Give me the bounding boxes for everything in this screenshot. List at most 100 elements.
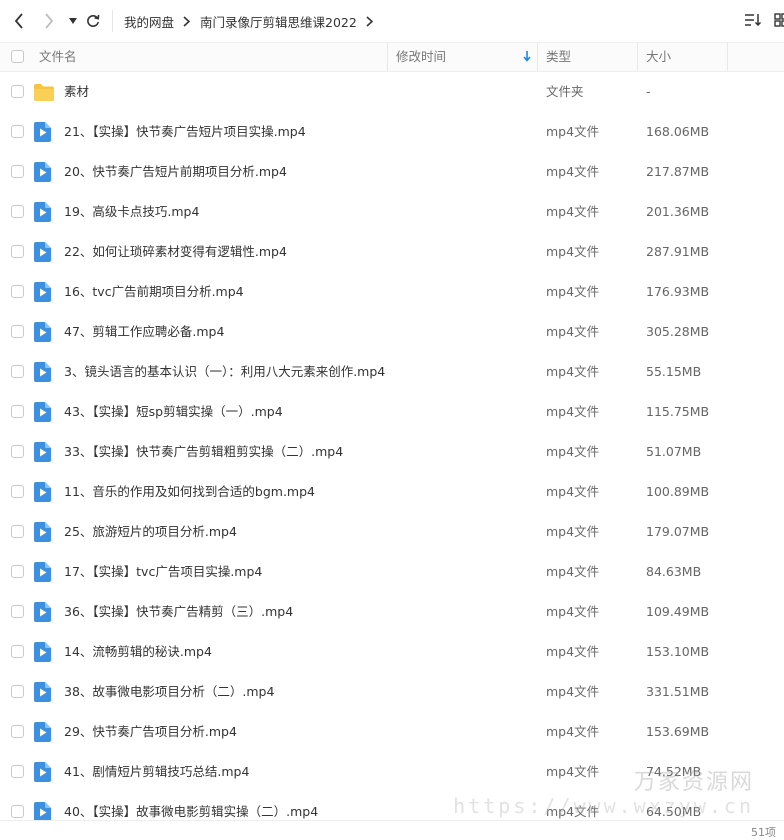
row-checkbox[interactable]	[11, 525, 24, 538]
row-checkbox[interactable]	[11, 165, 24, 178]
file-name[interactable]: 36、【实操】快节奏广告精剪（三）.mp4	[64, 592, 293, 632]
file-row[interactable]: 33、【实操】快节奏广告剪辑粗剪实操（二）.mp4 mp4文件 51.07MB	[0, 432, 784, 472]
file-name[interactable]: 14、流畅剪辑的秘诀.mp4	[64, 632, 212, 672]
column-divider[interactable]	[537, 43, 538, 71]
video-file-icon	[34, 522, 52, 542]
file-name[interactable]: 素材	[64, 72, 89, 112]
file-name[interactable]: 11、音乐的作用及如何找到合适的bgm.mp4	[64, 472, 315, 512]
column-type[interactable]: 类型	[546, 43, 571, 71]
column-modified[interactable]: 修改时间	[396, 43, 446, 71]
row-checkbox[interactable]	[11, 85, 24, 98]
file-row[interactable]: 38、故事微电影项目分析（二）.mp4 mp4文件 331.51MB	[0, 672, 784, 712]
file-row[interactable]: 17、【实操】tvc广告项目实操.mp4 mp4文件 84.63MB	[0, 552, 784, 592]
file-name[interactable]: 3、镜头语言的基本认识（一）：利用八大元素来创作.mp4	[64, 352, 385, 392]
back-button[interactable]	[8, 9, 30, 33]
forward-button[interactable]	[38, 9, 60, 33]
video-file-icon	[34, 642, 52, 662]
select-all-checkbox[interactable]	[11, 50, 24, 63]
breadcrumb-separator-icon	[183, 15, 191, 27]
file-size: 51.07MB	[646, 444, 702, 459]
sort-options-button[interactable]	[744, 12, 762, 31]
column-divider[interactable]	[727, 43, 728, 71]
folder-row[interactable]: 素材 文件夹 -	[0, 72, 784, 112]
file-row[interactable]: 11、音乐的作用及如何找到合适的bgm.mp4 mp4文件 100.89MB	[0, 472, 784, 512]
toolbar-divider	[112, 10, 113, 32]
file-row[interactable]: 40、【实操】故事微电影剪辑实操（二）.mp4 mp4文件 64.50MB	[0, 792, 784, 820]
file-row[interactable]: 41、剧情短片剪辑技巧总结.mp4 mp4文件 74.52MB	[0, 752, 784, 792]
row-checkbox[interactable]	[11, 685, 24, 698]
file-type: mp4文件	[546, 484, 600, 499]
file-name[interactable]: 16、tvc广告前期项目分析.mp4	[64, 272, 244, 312]
file-row[interactable]: 16、tvc广告前期项目分析.mp4 mp4文件 176.93MB	[0, 272, 784, 312]
file-size: 55.15MB	[646, 364, 702, 379]
row-checkbox[interactable]	[11, 405, 24, 418]
video-file-icon	[34, 722, 52, 742]
file-size: 217.87MB	[646, 164, 710, 179]
refresh-button[interactable]	[82, 9, 104, 33]
file-name[interactable]: 20、快节奏广告短片前期项目分析.mp4	[64, 152, 287, 192]
file-type: mp4文件	[546, 244, 600, 259]
file-name[interactable]: 17、【实操】tvc广告项目实操.mp4	[64, 552, 262, 592]
row-checkbox[interactable]	[11, 605, 24, 618]
file-row[interactable]: 19、高级卡点技巧.mp4 mp4文件 201.36MB	[0, 192, 784, 232]
row-checkbox[interactable]	[11, 205, 24, 218]
file-name[interactable]: 40、【实操】故事微电影剪辑实操（二）.mp4	[64, 792, 318, 820]
chevron-right-icon	[45, 13, 54, 29]
file-size: 109.49MB	[646, 604, 710, 619]
row-checkbox[interactable]	[11, 645, 24, 658]
video-file-icon	[34, 762, 52, 782]
file-row[interactable]: 29、快节奏广告项目分析.mp4 mp4文件 153.69MB	[0, 712, 784, 752]
file-row[interactable]: 43、【实操】短sp剪辑实操（一）.mp4 mp4文件 115.75MB	[0, 392, 784, 432]
file-name[interactable]: 47、剪辑工作应聘必备.mp4	[64, 312, 224, 352]
file-size: 179.07MB	[646, 524, 710, 539]
file-row[interactable]: 21、【实操】快节奏广告短片项目实操.mp4 mp4文件 168.06MB	[0, 112, 784, 152]
column-name[interactable]: 文件名	[39, 43, 77, 71]
file-size: 176.93MB	[646, 284, 710, 299]
folder-icon	[34, 83, 54, 103]
file-name[interactable]: 25、旅游短片的项目分析.mp4	[64, 512, 237, 552]
file-row[interactable]: 20、快节奏广告短片前期项目分析.mp4 mp4文件 217.87MB	[0, 152, 784, 192]
row-checkbox[interactable]	[11, 565, 24, 578]
item-count: 51项	[751, 826, 776, 839]
row-checkbox[interactable]	[11, 805, 24, 818]
file-type: mp4文件	[546, 524, 600, 539]
file-row[interactable]: 47、剪辑工作应聘必备.mp4 mp4文件 305.28MB	[0, 312, 784, 352]
column-divider[interactable]	[637, 43, 638, 71]
video-file-icon	[34, 242, 52, 262]
file-name[interactable]: 21、【实操】快节奏广告短片项目实操.mp4	[64, 112, 306, 152]
row-checkbox[interactable]	[11, 245, 24, 258]
row-checkbox[interactable]	[11, 365, 24, 378]
view-mode-button[interactable]	[774, 12, 784, 31]
breadcrumb-item-root[interactable]: 我的网盘	[124, 12, 174, 31]
status-bar: 51项	[0, 820, 784, 840]
row-checkbox[interactable]	[11, 125, 24, 138]
file-row[interactable]: 3、镜头语言的基本认识（一）：利用八大元素来创作.mp4 mp4文件 55.15MB	[0, 352, 784, 392]
breadcrumb-item-current[interactable]: 南门录像厅剪辑思维课2022	[200, 12, 357, 31]
column-size[interactable]: 大小	[646, 43, 671, 71]
column-divider[interactable]	[387, 43, 388, 71]
row-checkbox[interactable]	[11, 725, 24, 738]
sort-descending-icon[interactable]	[523, 44, 531, 72]
file-name[interactable]: 22、如何让琐碎素材变得有逻辑性.mp4	[64, 232, 287, 272]
file-name[interactable]: 41、剧情短片剪辑技巧总结.mp4	[64, 752, 249, 792]
row-checkbox[interactable]	[11, 285, 24, 298]
file-size: 305.28MB	[646, 324, 710, 339]
row-checkbox[interactable]	[11, 445, 24, 458]
row-checkbox[interactable]	[11, 485, 24, 498]
file-row[interactable]: 36、【实操】快节奏广告精剪（三）.mp4 mp4文件 109.49MB	[0, 592, 784, 632]
file-name[interactable]: 43、【实操】短sp剪辑实操（一）.mp4	[64, 392, 283, 432]
history-dropdown-button[interactable]	[62, 9, 84, 33]
row-checkbox[interactable]	[11, 325, 24, 338]
file-name[interactable]: 33、【实操】快节奏广告剪辑粗剪实操（二）.mp4	[64, 432, 343, 472]
file-name[interactable]: 29、快节奏广告项目分析.mp4	[64, 712, 237, 752]
row-checkbox[interactable]	[11, 765, 24, 778]
video-file-icon	[34, 482, 52, 502]
file-row[interactable]: 22、如何让琐碎素材变得有逻辑性.mp4 mp4文件 287.91MB	[0, 232, 784, 272]
breadcrumb-expand-icon[interactable]	[366, 15, 373, 27]
file-type: mp4文件	[546, 564, 600, 579]
file-name[interactable]: 38、故事微电影项目分析（二）.mp4	[64, 672, 274, 712]
video-file-icon	[34, 802, 52, 820]
file-name[interactable]: 19、高级卡点技巧.mp4	[64, 192, 199, 232]
file-row[interactable]: 25、旅游短片的项目分析.mp4 mp4文件 179.07MB	[0, 512, 784, 552]
file-row[interactable]: 14、流畅剪辑的秘诀.mp4 mp4文件 153.10MB	[0, 632, 784, 672]
